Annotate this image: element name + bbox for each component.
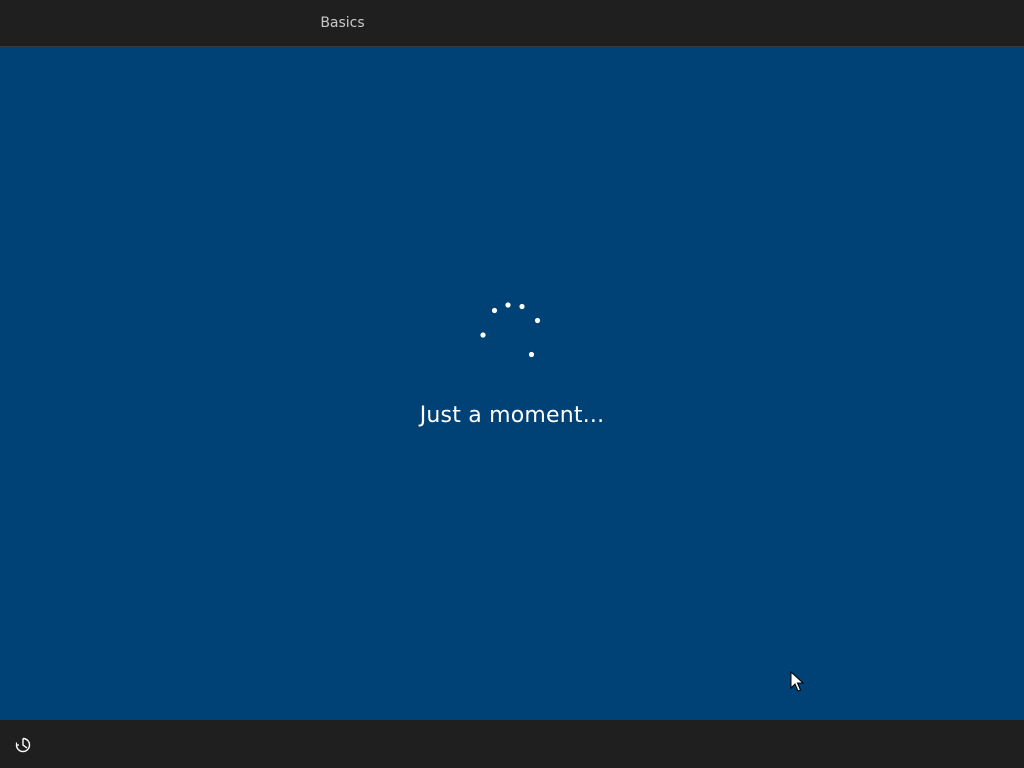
loading-dots-icon [480, 302, 541, 358]
tab-basics-label: Basics [320, 15, 365, 31]
ease-of-access-icon [15, 737, 31, 753]
status-message: Just a moment... [419, 403, 605, 428]
bottom-bar [0, 720, 1024, 768]
setup-main-area [0, 47, 1024, 720]
ease-of-access-button[interactable] [10, 733, 36, 757]
tab-basics[interactable]: Basics [245, 0, 440, 48]
top-bar: Basics [0, 0, 1024, 48]
mouse-cursor-icon [790, 671, 804, 692]
